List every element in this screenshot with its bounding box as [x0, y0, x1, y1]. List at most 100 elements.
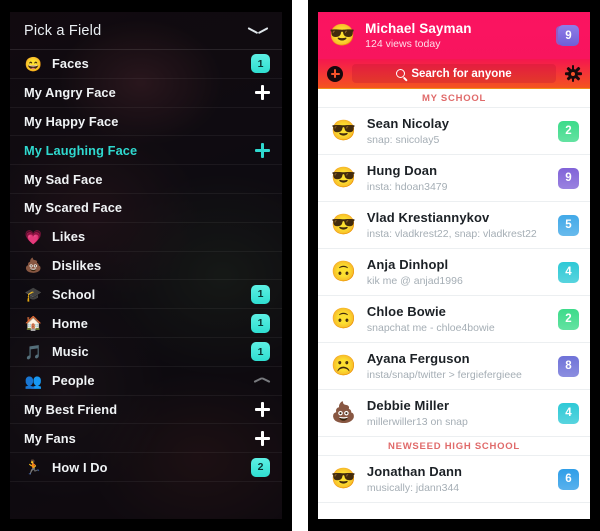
plus-circle-icon[interactable]: [327, 65, 343, 82]
count-badge[interactable]: 2: [558, 308, 579, 330]
field-label: How I Do: [52, 459, 108, 475]
list-item[interactable]: 😎 Jonathan Dann musically: jdann344 6: [318, 456, 590, 503]
pick-a-field-screen: Pick a Field 😄 Faces 1 My Angry Face My Happ…: [10, 12, 282, 519]
field-row[interactable]: My Sad Face: [10, 165, 282, 194]
avatar: 😎: [329, 24, 356, 47]
count-badge[interactable]: 1: [251, 342, 270, 362]
field-label: School: [52, 286, 96, 302]
field-label: Likes: [52, 229, 86, 245]
field-label: People: [52, 373, 95, 389]
field-label: My Fans: [24, 430, 76, 446]
field-row[interactable]: My Best Friend: [10, 396, 282, 425]
people-list[interactable]: MY SCHOOL 😎 Sean Nicolay snap: snicolay5 2 😎 H…: [318, 89, 590, 519]
list-item[interactable]: 💩 Debbie Miller millerwiller13 on snap 4: [318, 390, 590, 437]
person-name: Sean Nicolay: [366, 116, 450, 131]
field-row[interactable]: 😄 Faces 1: [10, 50, 282, 79]
field-row-action: [254, 376, 270, 385]
avatar: 🙃: [331, 308, 356, 330]
count-badge[interactable]: 4: [558, 402, 579, 424]
field-row-action: [255, 142, 270, 158]
person-name: Debbie Miller: [366, 398, 450, 413]
section-header: MY SCHOOL: [318, 89, 590, 108]
field-label: Faces: [52, 56, 89, 72]
count-badge[interactable]: 2: [251, 457, 270, 477]
person-handle: kik me @ anjad1996: [366, 275, 463, 287]
field-row-action: 1: [251, 54, 270, 74]
chevron-down-icon[interactable]: [248, 25, 268, 37]
search-input[interactable]: Search for anyone: [352, 64, 556, 83]
profile-views: 124 views today: [365, 38, 441, 50]
list-item[interactable]: ☹️ Ayana Ferguson insta/snap/twitter > fer…: [318, 343, 590, 390]
field-row[interactable]: 👥 People: [10, 367, 282, 396]
pick-a-field-header[interactable]: Pick a Field: [10, 12, 282, 50]
field-row[interactable]: 🎵 Music 1: [10, 338, 282, 367]
list-item[interactable]: 🙃 Anja Dinhopl kik me @ anjad1996 4: [318, 249, 590, 296]
field-icon: 🏠: [24, 315, 43, 332]
field-icon: 🎵: [24, 343, 43, 360]
chevron-up-icon[interactable]: [254, 376, 270, 385]
gear-icon[interactable]: [564, 64, 582, 83]
left-phone-frame: Pick a Field 😄 Faces 1 My Angry Face My Happ…: [0, 0, 292, 531]
field-icon: 💩: [24, 257, 43, 274]
field-icon: 😄: [24, 55, 43, 72]
count-badge[interactable]: 1: [251, 313, 270, 333]
field-row[interactable]: My Fans: [10, 424, 282, 454]
person-handle: millerwiller13 on snap: [366, 416, 468, 428]
field-icon: 💗: [24, 228, 43, 245]
field-label: My Laughing Face: [24, 142, 138, 158]
profile-bar[interactable]: 😎 Michael Sayman 124 views today 9: [318, 12, 590, 59]
field-row-action: [255, 430, 270, 446]
field-row[interactable]: 🎓 School 1: [10, 280, 282, 310]
count-badge[interactable]: 1: [251, 54, 270, 74]
field-label: My Scared Face: [24, 200, 123, 216]
search-bar: Search for anyone: [318, 59, 590, 89]
page-title: Pick a Field: [24, 22, 102, 39]
field-icon: 🏃: [24, 459, 43, 476]
plus-icon[interactable]: [255, 142, 270, 158]
avatar: 🙃: [331, 261, 356, 283]
field-label: My Best Friend: [24, 401, 118, 417]
list-item[interactable]: 🙃 Chloe Bowie snapchat me - chloe4bowie 2: [318, 296, 590, 343]
list-item[interactable]: 😎 Sean Nicolay snap: snicolay5 2: [318, 108, 590, 155]
person-handle: insta/snap/twitter > fergiefergieee: [366, 369, 522, 381]
count-badge[interactable]: 5: [558, 214, 579, 236]
field-label: My Sad Face: [24, 171, 103, 187]
count-badge[interactable]: 9: [558, 167, 579, 189]
field-row[interactable]: 🏠 Home 1: [10, 309, 282, 338]
field-row[interactable]: 💗 Likes: [10, 223, 282, 252]
profile-notification-badge[interactable]: 9: [558, 25, 579, 46]
avatar: 😎: [331, 214, 356, 236]
avatar: 😎: [331, 468, 356, 490]
plus-icon[interactable]: [255, 85, 270, 101]
dual-phone-screenshot: Pick a Field 😄 Faces 1 My Angry Face My Happ…: [0, 0, 600, 531]
field-row-action: 1: [251, 313, 270, 333]
field-row-action: [255, 85, 270, 101]
list-item[interactable]: 😎 Vlad Krestiannykov insta: vladkrest22, s…: [318, 202, 590, 249]
field-row[interactable]: My Laughing Face: [10, 136, 282, 166]
field-row[interactable]: My Happy Face: [10, 108, 282, 137]
person-name: Anja Dinhopl: [366, 257, 449, 272]
person-handle: insta: vladkrest22, snap: vladkrest22: [366, 228, 537, 240]
list-item[interactable]: 😎 Hung Doan insta: hdoan3479 9: [318, 155, 590, 202]
field-row[interactable]: My Scared Face: [10, 194, 282, 223]
field-icon: 🎓: [24, 286, 43, 303]
field-row[interactable]: 🏃 How I Do 2: [10, 453, 282, 482]
field-row[interactable]: 💩 Dislikes: [10, 252, 282, 281]
field-icon: 👥: [24, 372, 43, 389]
avatar: 😎: [331, 167, 356, 189]
person-handle: musically: jdann344: [366, 482, 460, 494]
person-name: Chloe Bowie: [366, 304, 447, 319]
plus-icon[interactable]: [255, 401, 270, 417]
plus-icon[interactable]: [255, 430, 270, 446]
count-badge[interactable]: 6: [558, 468, 579, 490]
field-row[interactable]: My Angry Face: [10, 79, 282, 108]
person-name: Jonathan Dann: [366, 464, 463, 479]
avatar: 💩: [331, 402, 356, 424]
section-header: NEWSEED HIGH SCHOOL: [318, 437, 590, 456]
person-handle: snap: snicolay5: [366, 134, 440, 146]
count-badge[interactable]: 2: [558, 120, 579, 142]
count-badge[interactable]: 1: [251, 284, 270, 304]
person-handle: snapchat me - chloe4bowie: [366, 322, 495, 334]
count-badge[interactable]: 4: [558, 261, 579, 283]
count-badge[interactable]: 8: [558, 355, 579, 377]
